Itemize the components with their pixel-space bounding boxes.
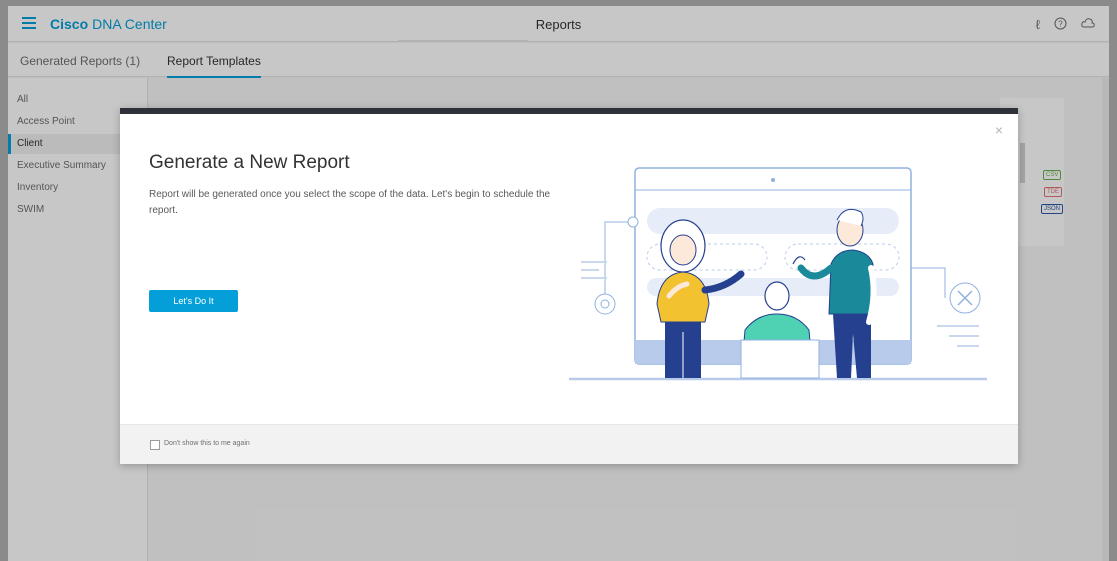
report-illustration	[569, 167, 987, 381]
dont-show-again-label[interactable]: Don't show this to me again	[164, 440, 250, 447]
generate-report-modal: × Generate a New Report Report will be g…	[120, 108, 1018, 464]
close-icon[interactable]: ×	[995, 122, 1003, 138]
modal-description: Report will be generated once you select…	[149, 189, 551, 216]
lets-do-it-button[interactable]: Let's Do It	[149, 290, 238, 312]
modal-title: Generate a New Report	[149, 152, 350, 173]
dont-show-again-checkbox[interactable]	[150, 440, 160, 450]
modal-footer: Don't show this to me again	[120, 424, 1018, 464]
